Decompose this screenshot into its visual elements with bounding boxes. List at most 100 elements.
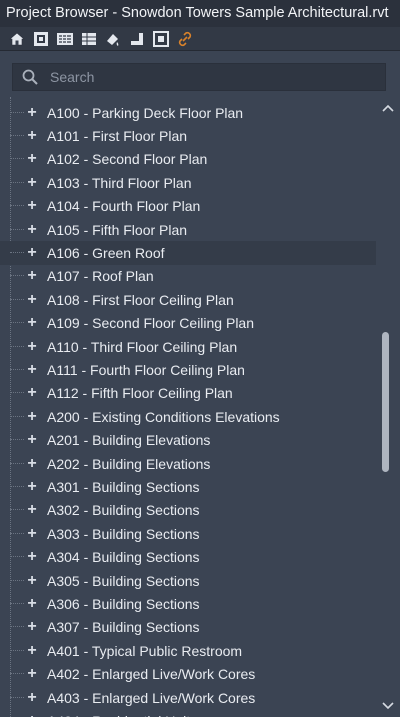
tree-item[interactable]: + A305 - Building Sections bbox=[0, 569, 376, 592]
expand-icon[interactable]: + bbox=[26, 150, 38, 168]
link-icon bbox=[178, 31, 192, 46]
expand-icon[interactable]: + bbox=[26, 408, 38, 426]
home-button[interactable] bbox=[6, 29, 28, 49]
tree-connector bbox=[10, 556, 24, 558]
tree-item[interactable]: + A106 - Green Roof bbox=[0, 241, 376, 265]
search-icon bbox=[22, 69, 38, 85]
tree-connector bbox=[10, 603, 24, 605]
corner-view-button[interactable] bbox=[126, 29, 148, 49]
tree-connector bbox=[10, 369, 24, 371]
tree-item-label: A402 - Enlarged Live/Work Cores bbox=[47, 666, 256, 683]
tree-item[interactable]: + A111 - Fourth Floor Ceiling Plan bbox=[0, 358, 376, 381]
tree-item[interactable]: + A112 - Fifth Floor Ceiling Plan bbox=[0, 382, 376, 405]
expand-icon[interactable]: + bbox=[26, 525, 38, 543]
expand-icon[interactable]: + bbox=[26, 665, 38, 683]
scroll-up-button[interactable] bbox=[380, 100, 396, 116]
schedule-button[interactable] bbox=[78, 29, 100, 49]
tree-item-label: A302 - Building Sections bbox=[47, 502, 200, 519]
expand-icon[interactable]: + bbox=[26, 478, 38, 496]
tree-item-label: A102 - Second Floor Plan bbox=[47, 151, 208, 168]
tree-item[interactable]: + A201 - Building Elevations bbox=[0, 429, 376, 452]
expand-icon[interactable]: + bbox=[26, 197, 38, 215]
search-area bbox=[0, 51, 400, 97]
tree-item[interactable]: + A107 - Roof Plan bbox=[0, 265, 376, 288]
expand-icon[interactable]: + bbox=[26, 127, 38, 145]
paint-button[interactable] bbox=[102, 29, 124, 49]
expand-icon[interactable]: + bbox=[26, 361, 38, 379]
scrollbar-thumb[interactable] bbox=[382, 332, 389, 472]
link-button[interactable] bbox=[174, 29, 196, 49]
tree-connector bbox=[10, 673, 24, 675]
tree-item[interactable]: + A110 - Third Floor Ceiling Plan bbox=[0, 335, 376, 358]
expand-icon[interactable]: + bbox=[26, 642, 38, 660]
tree-item-label: A301 - Building Sections bbox=[47, 479, 200, 496]
tree-connector bbox=[10, 135, 24, 137]
tree-connector bbox=[10, 696, 24, 699]
tree-item[interactable]: + A402 - Enlarged Live/Work Cores bbox=[0, 663, 376, 686]
tree-item-label: A201 - Building Elevations bbox=[47, 432, 211, 449]
expand-icon[interactable]: + bbox=[26, 244, 38, 262]
tree-connector bbox=[10, 275, 24, 277]
tree-item-label: A306 - Building Sections bbox=[47, 596, 200, 613]
expand-icon[interactable]: + bbox=[26, 314, 38, 332]
tree-item[interactable]: + A109 - Second Floor Ceiling Plan bbox=[0, 312, 376, 335]
chevron-down-icon bbox=[382, 702, 394, 710]
expand-icon[interactable]: + bbox=[26, 595, 38, 613]
tree-item[interactable]: + A307 - Building Sections bbox=[0, 616, 376, 639]
tree-item[interactable]: + A302 - Building Sections bbox=[0, 499, 376, 522]
expand-icon[interactable]: + bbox=[26, 455, 38, 473]
schedule-icon bbox=[82, 32, 96, 45]
tree-connector bbox=[10, 415, 24, 418]
expand-icon[interactable]: + bbox=[26, 267, 38, 285]
expand-icon[interactable]: + bbox=[26, 221, 38, 239]
expand-icon[interactable]: + bbox=[26, 174, 38, 192]
expand-icon[interactable]: + bbox=[26, 501, 38, 519]
expand-icon[interactable]: + bbox=[26, 338, 38, 356]
tree-item[interactable]: + A403 - Enlarged Live/Work Cores bbox=[0, 686, 376, 709]
expand-icon[interactable]: + bbox=[26, 618, 38, 636]
tree-item[interactable]: + A404 - Residential Units bbox=[0, 709, 376, 717]
expand-icon[interactable]: + bbox=[26, 384, 38, 402]
expand-icon[interactable]: + bbox=[26, 431, 38, 449]
tree-item[interactable]: + A104 - Fourth Floor Plan bbox=[0, 195, 376, 218]
toolbar bbox=[0, 27, 400, 51]
tree-item[interactable]: + A304 - Building Sections bbox=[0, 546, 376, 569]
tree-item[interactable]: + A105 - Fifth Floor Plan bbox=[0, 218, 376, 241]
tree-item-label: A307 - Building Sections bbox=[47, 619, 200, 636]
tree-connector bbox=[10, 322, 24, 324]
corner-view-icon bbox=[131, 32, 143, 45]
tree-item-label: A111 - Fourth Floor Ceiling Plan bbox=[47, 362, 245, 379]
tree-item-label: A202 - Building Elevations bbox=[47, 455, 211, 472]
scroll-down-button[interactable] bbox=[380, 698, 396, 714]
expand-icon[interactable]: + bbox=[26, 104, 38, 122]
expand-icon[interactable]: + bbox=[26, 548, 38, 566]
tree-connector bbox=[10, 392, 24, 394]
tree-item[interactable]: + A306 - Building Sections bbox=[0, 592, 376, 615]
tree-item[interactable]: + A101 - First Floor Plan bbox=[0, 124, 376, 147]
tree-item-label: A110 - Third Floor Ceiling Plan bbox=[47, 338, 238, 355]
tree-connector bbox=[10, 532, 24, 535]
expand-view-button[interactable] bbox=[150, 29, 172, 49]
tree-item[interactable]: + A202 - Building Elevations bbox=[0, 452, 376, 475]
zoom-fit-button[interactable] bbox=[30, 29, 52, 49]
expand-icon[interactable]: + bbox=[26, 572, 38, 590]
tree-item-label: A104 - Fourth Floor Plan bbox=[47, 198, 201, 215]
search-box[interactable] bbox=[12, 63, 386, 91]
tree-item[interactable]: + A301 - Building Sections bbox=[0, 475, 376, 498]
vertical-scrollbar[interactable] bbox=[376, 97, 400, 717]
tree-item[interactable]: + A401 - Typical Public Restroom bbox=[0, 639, 376, 662]
tree-connector bbox=[10, 252, 24, 254]
tree-item[interactable]: + A102 - Second Floor Plan bbox=[0, 148, 376, 171]
expand-icon[interactable]: + bbox=[26, 291, 38, 309]
tree-item[interactable]: + A100 - Parking Deck Floor Plan bbox=[0, 101, 376, 124]
tree-item[interactable]: + A303 - Building Sections bbox=[0, 522, 376, 545]
tree-connector bbox=[10, 439, 24, 441]
sheet-grid-button[interactable] bbox=[54, 29, 76, 49]
tree-item[interactable]: + A103 - Third Floor Plan bbox=[0, 171, 376, 194]
tree-item[interactable]: + A200 - Existing Conditions Elevations bbox=[0, 405, 376, 428]
tree-item-label: A105 - Fifth Floor Plan bbox=[47, 221, 188, 238]
search-input[interactable] bbox=[48, 68, 352, 86]
expand-icon[interactable]: + bbox=[26, 712, 38, 717]
expand-icon[interactable]: + bbox=[26, 689, 38, 707]
tree-item[interactable]: + A108 - First Floor Ceiling Plan bbox=[0, 288, 376, 311]
